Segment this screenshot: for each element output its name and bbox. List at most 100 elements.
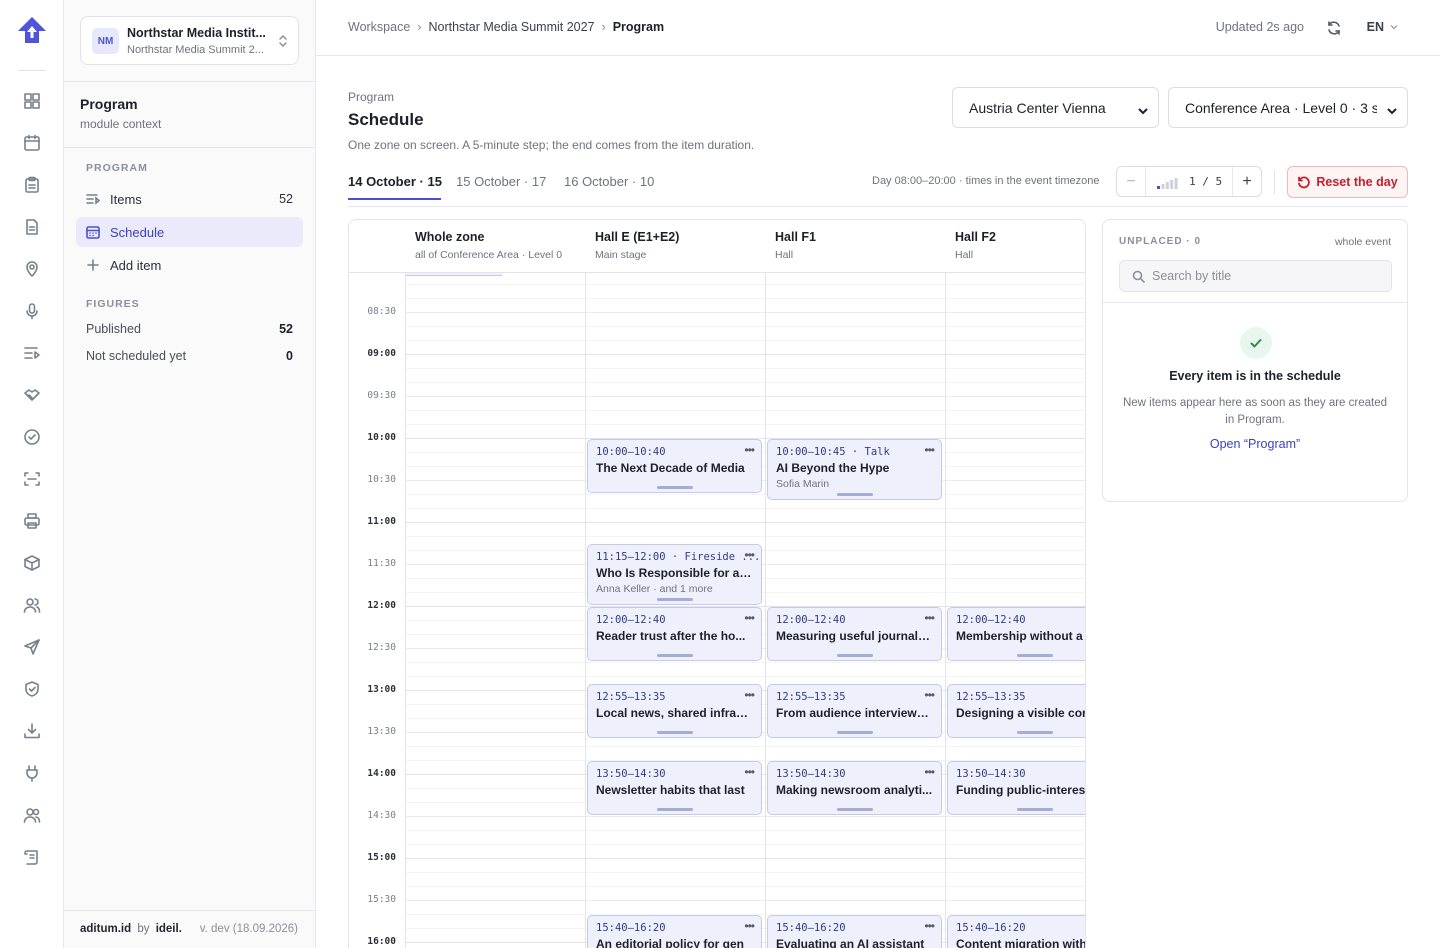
session-card[interactable]: 12:00–12:40 ••• Measuring useful journalis…	[767, 607, 942, 662]
scan-icon[interactable]	[20, 467, 44, 491]
column-subtitle: all of Conference Area · Level 0	[415, 249, 563, 261]
language-switcher[interactable]: EN	[1367, 20, 1384, 34]
session-card[interactable]: 12:55–13:35•••Designing a visible corr	[947, 684, 1086, 739]
page-kicker: Program	[348, 90, 395, 104]
scroll-icon[interactable]	[20, 845, 44, 869]
maker-name[interactable]: ideil.	[156, 923, 182, 935]
handshake-icon[interactable]	[20, 383, 44, 407]
zoom-bar	[1165, 182, 1169, 189]
brand-name[interactable]: aditum.id	[80, 923, 131, 935]
resize-handle[interactable]	[656, 731, 693, 735]
session-card[interactable]: 13:50–14:30 ••• Newsletter habits that las…	[587, 761, 762, 816]
resize-handle[interactable]	[656, 654, 693, 658]
search-icon	[1132, 270, 1145, 283]
more-options-icon[interactable]: •••	[744, 765, 755, 779]
organization-switcher[interactable]: NM Northstar Media Instit... Northstar M…	[80, 16, 299, 65]
more-options-icon[interactable]: •••	[744, 548, 755, 562]
users-icon[interactable]	[20, 593, 44, 617]
location-pin-icon[interactable]	[20, 257, 44, 281]
shield-check-icon[interactable]	[20, 677, 44, 701]
session-card[interactable]: 12:55–13:35 ••• Local news, shared infrast…	[587, 684, 762, 739]
calendar-icon[interactable]	[20, 131, 44, 155]
session-time: 13:50–14:30	[776, 768, 846, 781]
more-options-icon[interactable]: •••	[744, 688, 755, 702]
session-card[interactable]: 12:00–12:40•••Membership without a l	[947, 607, 1085, 662]
team-icon[interactable]	[20, 803, 44, 827]
open-program-link[interactable]: Open “Program”	[1103, 437, 1407, 451]
package-icon[interactable]	[20, 551, 44, 575]
session-card[interactable]: 12:00–12:40 ••• Reader trust after the ho.…	[587, 607, 762, 662]
more-options-icon[interactable]: •••	[924, 765, 935, 779]
more-options-icon[interactable]: •••	[924, 611, 935, 625]
session-card[interactable]: 11:15–12:00 · Fireside ... ••• Who Is Resp…	[587, 544, 762, 606]
session-card[interactable]: 15:40–16:20 ••• Evaluating an AI assistant	[767, 915, 942, 948]
session-card[interactable]: 10:00–10:40 ••• The Next Decade of Media	[587, 439, 762, 494]
session-time: 15:40–16:20	[776, 922, 846, 935]
sidebar-item-schedule[interactable]: Schedule	[76, 217, 303, 247]
session-card[interactable]: 15:40–16:20 ••• An editorial policy for ge…	[587, 915, 762, 948]
microphone-icon[interactable]	[20, 299, 44, 323]
resize-handle[interactable]	[1016, 808, 1053, 812]
breadcrumb-event[interactable]: Northstar Media Summit 2027	[428, 20, 594, 34]
more-options-icon[interactable]: •••	[744, 919, 755, 933]
resize-handle[interactable]	[656, 486, 693, 490]
plug-icon[interactable]	[20, 761, 44, 785]
column-subtitle: Hall	[955, 249, 974, 261]
session-card[interactable]: 10:00–10:45 · Talk ••• AI Beyond the Hype S…	[767, 439, 942, 501]
more-options-icon[interactable]: •••	[744, 611, 755, 625]
resize-handle[interactable]	[656, 598, 693, 602]
tab-day-2[interactable]: 15 October · 17	[456, 174, 546, 189]
dashboard-icon[interactable]	[20, 89, 44, 113]
more-options-icon[interactable]: •••	[744, 443, 755, 457]
check-circle-icon[interactable]	[20, 425, 44, 449]
resize-handle[interactable]	[836, 654, 873, 658]
figure-published: Published 52	[86, 322, 293, 336]
session-card[interactable]: 13:50–14:30 ••• Making newsroom analyti...	[767, 761, 942, 816]
reset-day-button[interactable]: Reset the day	[1287, 166, 1408, 198]
clipboard-icon[interactable]	[20, 173, 44, 197]
chevron-down-icon	[1138, 103, 1148, 115]
column-header-hall-f2: Hall F2 Hall	[945, 220, 1085, 273]
grid-line	[405, 382, 1085, 384]
resize-handle[interactable]	[836, 493, 873, 497]
whole-zone-block[interactable]	[406, 273, 502, 276]
time-label: 15:00	[367, 852, 396, 864]
time-label: 13:00	[367, 684, 396, 696]
app-logo-icon[interactable]	[16, 15, 48, 47]
zoom-in-button[interactable]: +	[1232, 167, 1261, 196]
session-speakers: Sofia Marin	[776, 478, 830, 491]
breadcrumb-workspace[interactable]: Workspace	[348, 20, 410, 34]
zoom-out-button[interactable]: −	[1117, 167, 1146, 196]
document-icon[interactable]	[20, 215, 44, 239]
more-options-icon[interactable]: •••	[924, 919, 935, 933]
send-icon[interactable]	[20, 635, 44, 659]
resize-handle[interactable]	[836, 731, 873, 735]
resize-handle[interactable]	[1016, 731, 1053, 735]
sidebar-item-add-item[interactable]: Add item	[76, 250, 303, 280]
sidebar-item-items[interactable]: Items 52	[76, 184, 303, 214]
session-card[interactable]: 12:55–13:35 ••• From audience interviews .…	[767, 684, 942, 739]
refresh-icon[interactable]	[1326, 20, 1342, 36]
resize-handle[interactable]	[656, 808, 693, 812]
session-title: Designing a visible corr	[956, 706, 1086, 721]
rail-divider	[18, 70, 46, 71]
resize-handle[interactable]	[1016, 654, 1053, 658]
more-options-icon[interactable]: •••	[924, 688, 935, 702]
resize-handle[interactable]	[836, 808, 873, 812]
figure-value: 52	[279, 322, 293, 336]
session-time: 12:55–13:35	[956, 691, 1026, 704]
session-card[interactable]: 13:50–14:30•••Funding public-interest	[947, 761, 1085, 816]
printer-icon[interactable]	[20, 509, 44, 533]
program-list-icon[interactable]	[20, 341, 44, 365]
area-select[interactable]: Conference Area · Level 0 · 3 spaces	[1168, 87, 1408, 128]
empty-state-title: Every item is in the schedule	[1169, 369, 1341, 383]
tab-day-3[interactable]: 16 October · 10	[564, 174, 654, 189]
area-select-value: Conference Area · Level 0 · 3 spaces	[1185, 99, 1377, 116]
reset-icon	[1298, 176, 1311, 188]
session-card[interactable]: 15:40–16:20•••Content migration witho	[947, 915, 1085, 948]
tab-day-1[interactable]: 14 October · 15	[348, 174, 442, 189]
download-icon[interactable]	[20, 719, 44, 743]
search-input[interactable]	[1152, 267, 1382, 285]
venue-select[interactable]: Austria Center Vienna	[952, 87, 1159, 128]
more-options-icon[interactable]: •••	[924, 443, 935, 457]
